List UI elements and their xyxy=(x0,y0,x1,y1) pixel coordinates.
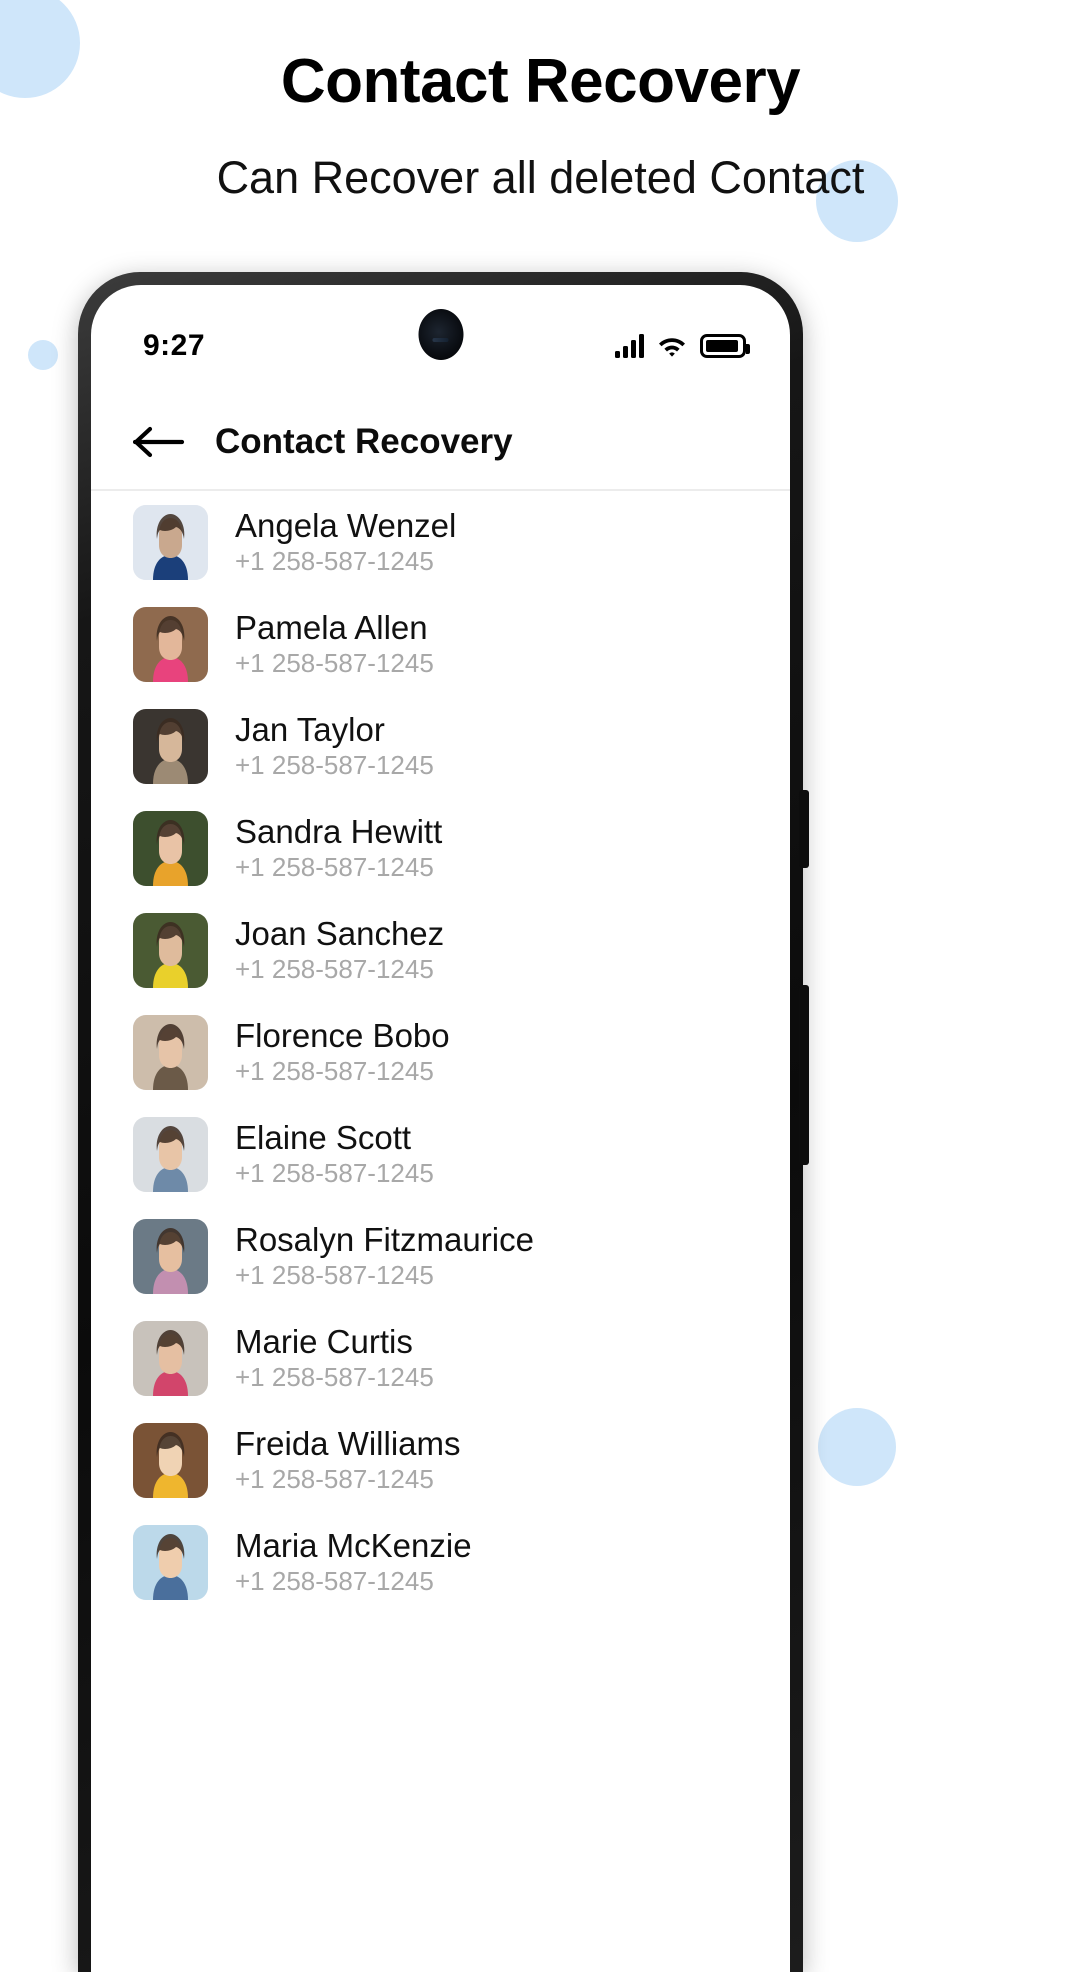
wifi-icon xyxy=(657,334,687,358)
contact-name: Jan Taylor xyxy=(235,710,385,748)
contact-avatar xyxy=(133,1422,208,1498)
contact-phone: +1 258-587-1245 xyxy=(235,1158,434,1189)
contact-row[interactable]: Pamela Allen +1 258-587-1245 xyxy=(91,593,790,695)
contact-name: Marie Curtis xyxy=(235,1322,413,1360)
contact-row[interactable]: Freida Williams +1 258-587-1245 xyxy=(91,1409,790,1511)
contact-text: Rosalyn Fitzmaurice +1 258-587-1245 xyxy=(235,1220,534,1291)
contact-avatar xyxy=(133,912,208,988)
contact-phone: +1 258-587-1245 xyxy=(235,1464,434,1495)
contact-name: Joan Sanchez xyxy=(235,914,445,952)
contact-text: Freida Williams +1 258-587-1245 xyxy=(235,1424,461,1495)
contact-text: Florence Bobo +1 258-587-1245 xyxy=(235,1016,450,1087)
contact-name: Maria McKenzie xyxy=(235,1526,472,1564)
contact-avatar xyxy=(133,708,208,784)
contact-name: Sandra Hewitt xyxy=(235,812,443,850)
contact-avatar xyxy=(133,1116,208,1192)
contact-text: Marie Curtis +1 258-587-1245 xyxy=(235,1322,434,1393)
contact-name: Freida Williams xyxy=(235,1424,461,1462)
signal-icon xyxy=(615,334,644,358)
contact-text: Elaine Scott +1 258-587-1245 xyxy=(235,1118,434,1189)
contact-avatar xyxy=(133,504,208,580)
status-icon-group xyxy=(615,334,750,358)
contact-phone: +1 258-587-1245 xyxy=(235,954,434,985)
contact-phone: +1 258-587-1245 xyxy=(235,1362,434,1393)
contact-name: Florence Bobo xyxy=(235,1016,450,1054)
contact-row[interactable]: Rosalyn Fitzmaurice +1 258-587-1245 xyxy=(91,1205,790,1307)
decorative-circle-right-lower xyxy=(818,1408,896,1486)
phone-volume-button xyxy=(799,790,809,868)
contact-row[interactable]: Florence Bobo +1 258-587-1245 xyxy=(91,1001,790,1103)
contact-phone: +1 258-587-1245 xyxy=(235,648,434,679)
contact-row[interactable]: Jan Taylor +1 258-587-1245 xyxy=(91,695,790,797)
contact-list[interactable]: Angela Wenzel +1 258-587-1245 Pamela Allen… xyxy=(91,491,790,1613)
contact-phone: +1 258-587-1245 xyxy=(235,1260,434,1291)
contact-row[interactable]: Joan Sanchez +1 258-587-1245 xyxy=(91,899,790,1001)
decorative-circle-left-small xyxy=(28,340,58,370)
app-bar-title: Contact Recovery xyxy=(215,422,513,461)
contact-name: Angela Wenzel xyxy=(235,506,457,544)
contact-row[interactable]: Marie Curtis +1 258-587-1245 xyxy=(91,1307,790,1409)
phone-power-button xyxy=(799,985,809,1165)
contact-text: Pamela Allen +1 258-587-1245 xyxy=(235,608,434,679)
contact-avatar xyxy=(133,810,208,886)
app-bar: Contact Recovery xyxy=(91,381,790,489)
contact-avatar xyxy=(133,1218,208,1294)
contact-text: Joan Sanchez +1 258-587-1245 xyxy=(235,914,445,985)
contact-avatar xyxy=(133,1524,208,1600)
contact-row[interactable]: Sandra Hewitt +1 258-587-1245 xyxy=(91,797,790,899)
contact-avatar xyxy=(133,606,208,682)
contact-row[interactable]: Maria McKenzie +1 258-587-1245 xyxy=(91,1511,790,1613)
back-arrow-icon[interactable] xyxy=(132,425,185,459)
status-bar: 9:27 xyxy=(91,285,790,381)
contact-phone: +1 258-587-1245 xyxy=(235,852,434,883)
page-subtitle: Can Recover all deleted Contact xyxy=(216,152,865,203)
status-clock: 9:27 xyxy=(143,329,206,362)
contact-phone: +1 258-587-1245 xyxy=(235,1056,434,1087)
contact-row[interactable]: Angela Wenzel +1 258-587-1245 xyxy=(91,491,790,593)
contact-text: Angela Wenzel +1 258-587-1245 xyxy=(235,506,457,577)
phone-screen: 9:27 Contact Recovery Angela Wenzel +1 2… xyxy=(91,285,790,1972)
contact-avatar xyxy=(133,1014,208,1090)
battery-icon xyxy=(700,334,750,358)
contact-phone: +1 258-587-1245 xyxy=(235,750,434,781)
contact-name: Elaine Scott xyxy=(235,1118,412,1156)
page-title: Contact Recovery xyxy=(280,47,801,116)
phone-mockup: 9:27 Contact Recovery Angela Wenzel +1 2… xyxy=(78,272,803,1972)
contact-row[interactable]: Elaine Scott +1 258-587-1245 xyxy=(91,1103,790,1205)
contact-avatar xyxy=(133,1320,208,1396)
contact-text: Maria McKenzie +1 258-587-1245 xyxy=(235,1526,472,1597)
contact-name: Pamela Allen xyxy=(235,608,428,646)
contact-phone: +1 258-587-1245 xyxy=(235,1566,434,1597)
contact-text: Jan Taylor +1 258-587-1245 xyxy=(235,710,434,781)
contact-phone: +1 258-587-1245 xyxy=(235,546,434,577)
contact-name: Rosalyn Fitzmaurice xyxy=(235,1220,534,1258)
contact-text: Sandra Hewitt +1 258-587-1245 xyxy=(235,812,443,883)
